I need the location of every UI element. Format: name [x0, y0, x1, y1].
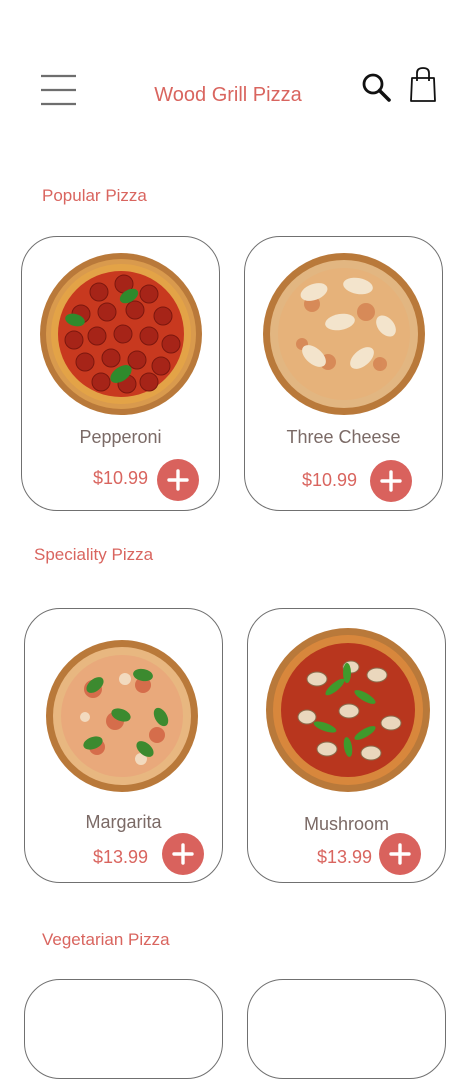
plus-icon	[380, 470, 402, 492]
item-name: Three Cheese	[286, 427, 401, 447]
product-card-pepperoni[interactable]: Pepperoni $10.99	[21, 236, 220, 511]
plus-icon	[172, 843, 194, 865]
product-card-mushroom[interactable]: Mushroom $13.99	[247, 608, 446, 883]
app-title: Wood Grill Pizza	[154, 84, 302, 106]
item-name: Mushroom	[303, 814, 390, 834]
plus-icon	[389, 843, 411, 865]
mushroom-pizza-image	[266, 628, 430, 792]
add-to-cart-button[interactable]	[379, 833, 421, 875]
product-card-partial-left[interactable]	[24, 979, 223, 1079]
item-price: $13.99	[317, 847, 373, 867]
cart-button[interactable]	[408, 66, 438, 104]
add-to-cart-button[interactable]	[157, 459, 199, 501]
product-card-three-cheese[interactable]: Three Cheese $10.99	[244, 236, 443, 511]
section-title-popular: Popular Pizza	[42, 186, 147, 205]
product-card-partial-right[interactable]	[247, 979, 446, 1079]
shopping-bag-icon	[410, 67, 436, 102]
product-card-margarita[interactable]: Margarita $13.99	[24, 608, 223, 883]
add-to-cart-button[interactable]	[162, 833, 204, 875]
hamburger-menu-icon	[41, 74, 76, 106]
add-to-cart-button[interactable]	[370, 460, 412, 502]
section-title-vegetarian: Vegetarian Pizza	[42, 930, 170, 949]
section-title-speciality: Speciality Pizza	[34, 545, 154, 564]
search-icon	[362, 73, 391, 102]
plus-icon	[167, 469, 189, 491]
item-price: $13.99	[93, 847, 149, 867]
item-price: $10.99	[302, 470, 358, 490]
item-name: Margarita	[85, 812, 162, 832]
search-button[interactable]	[361, 72, 393, 104]
pepperoni-pizza-image	[40, 253, 202, 415]
margarita-pizza-image	[46, 640, 198, 792]
three-cheese-pizza-image	[263, 253, 425, 415]
item-price: $10.99	[93, 468, 149, 488]
item-name: Pepperoni	[79, 427, 162, 447]
menu-button[interactable]	[40, 72, 78, 108]
